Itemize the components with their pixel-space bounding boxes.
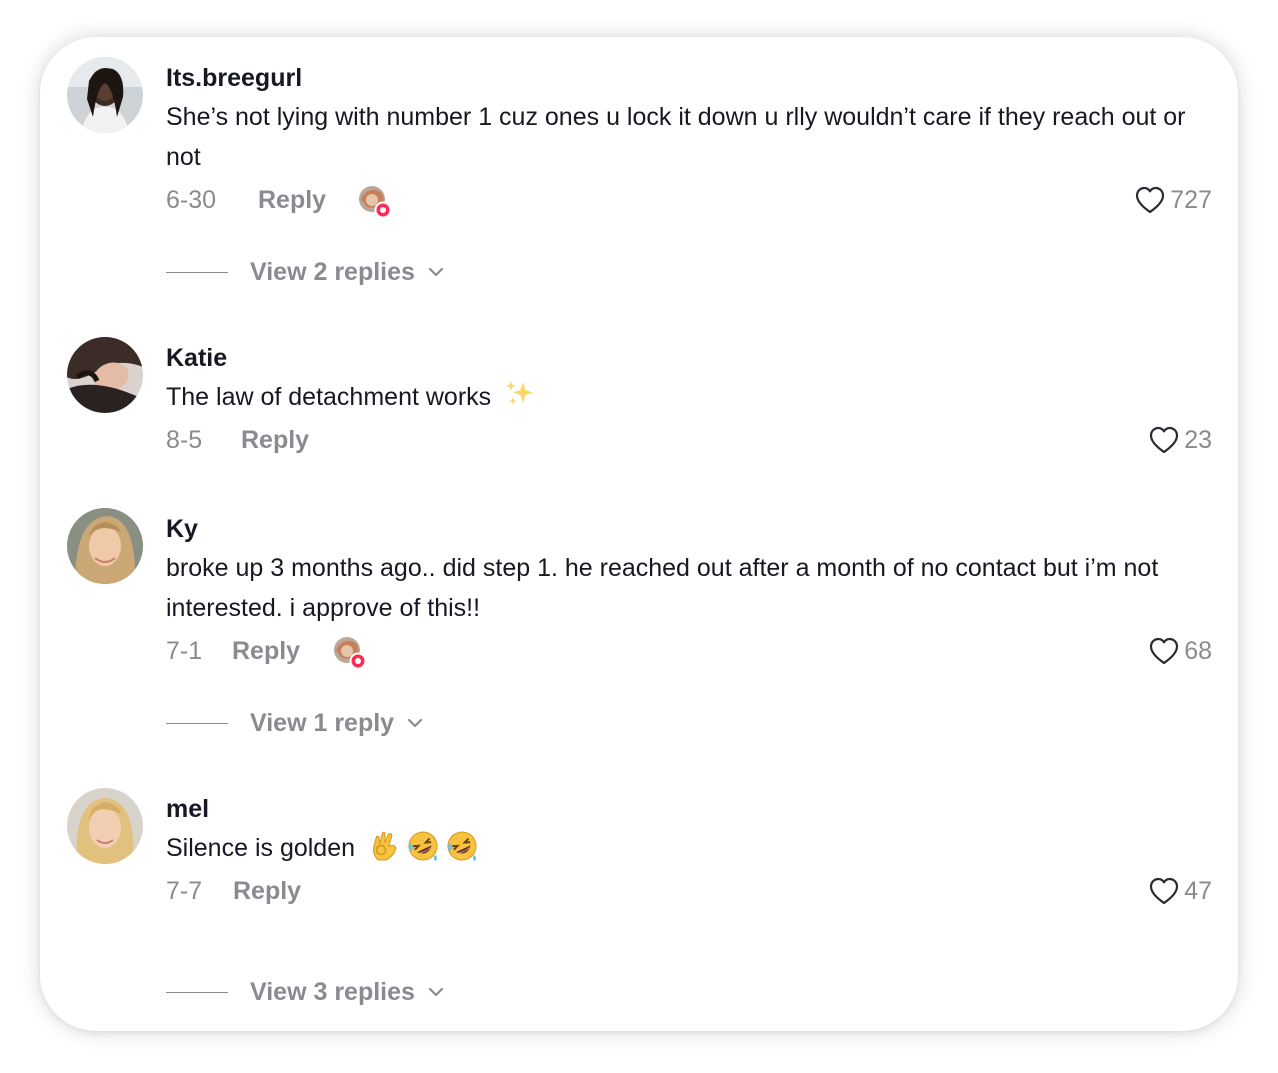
chevron-down-icon (428, 267, 444, 277)
reply-button[interactable]: Reply (241, 425, 309, 455)
comment-date: 7-7 (166, 877, 203, 905)
comment-username[interactable]: mel (166, 794, 209, 824)
comments-panel: Its.breegurl She’s not lying with number… (40, 37, 1238, 1031)
chevron-down-icon (407, 718, 423, 728)
comment-date: 6-30 (166, 186, 217, 214)
view-replies-label: View 3 replies (250, 978, 415, 1006)
avatar[interactable] (67, 337, 143, 413)
like-button[interactable]: 68 (1148, 636, 1212, 666)
reply-button[interactable]: Reply (232, 636, 300, 666)
reply-button[interactable]: Reply (233, 876, 301, 906)
divider-line (166, 722, 228, 724)
comment-date: 7-1 (166, 637, 203, 665)
chevron-down-icon (428, 987, 444, 997)
creator-liked-badge-icon (357, 185, 392, 219)
view-replies-label: View 1 reply (250, 709, 395, 737)
comment-username[interactable]: Katie (166, 343, 227, 373)
comment-text: broke up 3 months ago.. did step 1. he r… (166, 554, 1159, 622)
view-replies-button[interactable]: View 2 replies (166, 257, 445, 287)
view-replies-button[interactable]: View 3 replies (166, 977, 445, 1007)
like-button[interactable]: 23 (1148, 425, 1212, 455)
comment-date: 8-5 (166, 426, 203, 454)
heart-outline-icon (1150, 877, 1179, 905)
comment-username[interactable]: Ky (166, 514, 198, 544)
rofl-emoji-icon (447, 831, 477, 861)
comment-text: Silence is golden (166, 828, 1206, 868)
comment-text: The law of detachment works (166, 377, 1206, 417)
rofl-emoji-icon (408, 831, 438, 861)
view-replies-button[interactable]: View 1 reply (166, 708, 424, 738)
like-count: 68 (1184, 637, 1212, 665)
heart-outline-icon (1136, 186, 1165, 214)
view-replies-label: View 2 replies (250, 258, 415, 286)
like-button[interactable]: 727 (1134, 185, 1212, 215)
heart-outline-icon (1150, 637, 1179, 665)
comment-text-body: Silence is golden (166, 834, 356, 862)
like-count: 727 (1170, 186, 1212, 214)
comment-text-body: The law of detachment works (166, 383, 492, 411)
like-button[interactable]: 47 (1148, 876, 1212, 906)
sparkles-emoji-icon (506, 381, 534, 405)
comment-username[interactable]: Its.breegurl (166, 63, 302, 93)
avatar[interactable] (67, 788, 143, 864)
heart-outline-icon (1150, 426, 1179, 454)
creator-liked-badge-icon (332, 636, 367, 670)
avatar[interactable] (67, 508, 143, 584)
comment-text: She’s not lying with number 1 cuz ones u… (166, 103, 1186, 171)
divider-line (166, 271, 228, 273)
divider-line (166, 991, 228, 993)
avatar[interactable] (67, 57, 143, 133)
reply-button[interactable]: Reply (258, 185, 326, 215)
like-count: 47 (1184, 877, 1212, 905)
ok-hand-emoji-icon (372, 831, 397, 861)
like-count: 23 (1184, 426, 1212, 454)
